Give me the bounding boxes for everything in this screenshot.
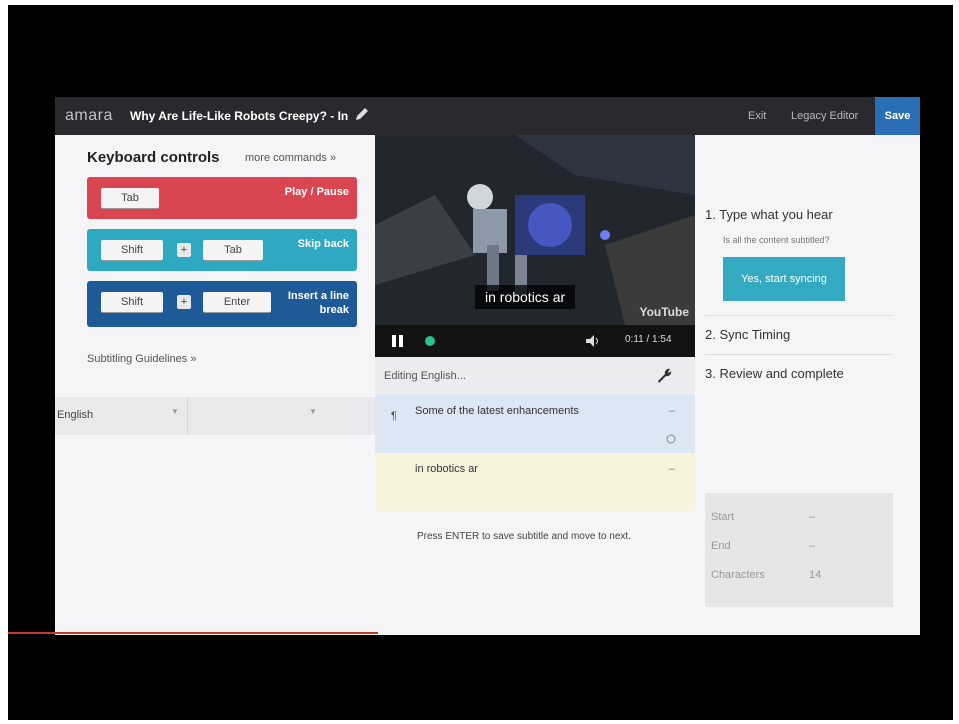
video-player[interactable]: in robotics ar YouTube xyxy=(375,135,695,325)
player-controls: 0:11 / 1:54 xyxy=(375,325,695,357)
end-value: – xyxy=(809,540,816,552)
key-tab: Tab xyxy=(203,240,263,260)
start-value: – xyxy=(809,511,816,523)
characters-label: Characters xyxy=(711,569,765,581)
left-panel: Keyboard controls more commands » Tab Pl… xyxy=(55,135,375,635)
wrench-icon[interactable] xyxy=(655,366,673,384)
pencil-icon[interactable] xyxy=(353,105,371,123)
shortcut-line-break: Shift + Enter Insert a line break xyxy=(87,281,357,327)
chevron-down-icon[interactable]: ▼ xyxy=(171,407,179,416)
shortcut-play-pause: Tab Play / Pause xyxy=(87,177,357,219)
amara-logo: amara xyxy=(65,107,113,124)
shortcut-action: Play / Pause xyxy=(284,186,349,198)
right-panel: 1. Type what you hear Is all the content… xyxy=(695,135,920,635)
time-display: 0:11 / 1:54 xyxy=(625,334,672,345)
step-1-question: Is all the content subtitled? xyxy=(723,235,830,245)
enter-hint: Press ENTER to save subtitle and move to… xyxy=(417,531,631,542)
language-select[interactable]: English xyxy=(57,409,93,421)
key-enter: Enter xyxy=(203,292,271,312)
start-syncing-button[interactable]: Yes, start syncing xyxy=(723,257,845,301)
subtitle-timing: – xyxy=(668,405,675,417)
video-frame: amara Why Are Life-Like Robots Creepy? -… xyxy=(8,5,953,720)
divider xyxy=(705,354,893,355)
subtitling-guidelines-link[interactable]: Subtitling Guidelines » xyxy=(87,353,196,365)
editing-title: Editing English... xyxy=(384,370,466,382)
subtitle-timing: – xyxy=(668,463,675,475)
key-tab: Tab xyxy=(101,188,159,208)
subtitle-overlay: in robotics ar xyxy=(475,285,576,309)
subtitle-item-active[interactable]: in robotics ar – xyxy=(375,453,695,511)
subtitle-item[interactable]: ¶ Some of the latest enhancements – xyxy=(375,395,695,453)
hint-area: Press ENTER to save subtitle and move to… xyxy=(375,511,695,635)
shortcut-action-line1: Insert a line xyxy=(287,290,349,302)
add-icon[interactable] xyxy=(665,433,677,445)
language-selector-bar: English ▼ ▼ xyxy=(55,397,375,435)
step-2-title: 2. Sync Timing xyxy=(705,327,791,342)
keyboard-controls-title: Keyboard controls xyxy=(87,149,220,166)
chevron-down-icon[interactable]: ▼ xyxy=(309,407,317,416)
divider xyxy=(187,397,188,435)
divider xyxy=(705,315,893,316)
subtitle-input[interactable]: in robotics ar xyxy=(415,463,478,475)
legacy-editor-button[interactable]: Legacy Editor xyxy=(791,97,858,135)
step-3-title: 3. Review and complete xyxy=(705,366,844,381)
save-button[interactable]: Save xyxy=(875,97,920,135)
start-label: Start xyxy=(711,511,735,523)
amara-editor: amara Why Are Life-Like Robots Creepy? -… xyxy=(55,97,920,635)
shortcut-skip-back: Shift + Tab Skip back xyxy=(87,229,357,271)
top-bar: amara Why Are Life-Like Robots Creepy? -… xyxy=(55,97,920,135)
paragraph-icon[interactable]: ¶ xyxy=(391,410,397,422)
plus-sign: + xyxy=(177,243,191,257)
progress-indicator[interactable] xyxy=(425,336,435,346)
volume-icon[interactable] xyxy=(585,334,601,348)
key-shift: Shift xyxy=(101,292,163,312)
exit-button[interactable]: Exit xyxy=(748,97,766,135)
subtitle-info-box: Start – End – Characters 14 xyxy=(705,493,893,607)
shortcut-action-line2: break xyxy=(319,304,349,316)
youtube-logo: YouTube xyxy=(639,305,689,319)
end-label: End xyxy=(711,540,731,552)
pause-icon[interactable] xyxy=(391,334,405,348)
video-progress-bar[interactable] xyxy=(8,632,378,634)
characters-value: 14 xyxy=(809,569,822,581)
plus-sign: + xyxy=(177,295,191,309)
more-commands-link[interactable]: more commands » xyxy=(245,152,336,164)
subtitle-text: Some of the latest enhancements xyxy=(415,405,579,417)
step-1-title: 1. Type what you hear xyxy=(705,207,833,222)
editing-header: Editing English... xyxy=(375,357,695,396)
shortcut-action: Skip back xyxy=(297,238,349,250)
key-shift: Shift xyxy=(101,240,163,260)
video-title: Why Are Life-Like Robots Creepy? - In xyxy=(130,109,349,123)
